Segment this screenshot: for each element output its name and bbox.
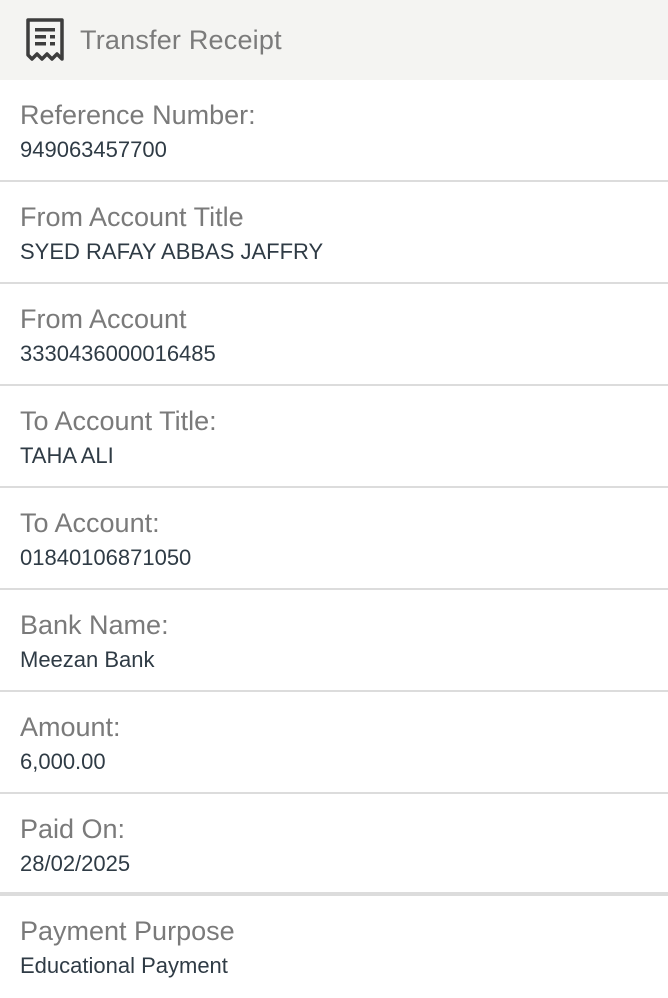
- field-value: 28/02/2025: [20, 851, 131, 876]
- from-account-row: From Account 3330436000016485: [0, 284, 668, 386]
- field-label: To Account:: [20, 508, 160, 538]
- field-value: Meezan Bank: [20, 647, 155, 672]
- field-value: 01840106871050: [20, 545, 192, 570]
- to-account-title-row: To Account Title: TAHA ALI: [0, 386, 668, 488]
- field-value: 949063457700: [20, 137, 167, 162]
- payment-purpose-row: Payment Purpose Educational Payment: [0, 896, 668, 998]
- field-label: Payment Purpose: [20, 916, 235, 946]
- bank-name-row: Bank Name: Meezan Bank: [0, 590, 668, 692]
- field-value: 6,000.00: [20, 749, 106, 774]
- receipt-details: Reference Number: 949063457700 From Acco…: [0, 80, 668, 998]
- field-value: SYED RAFAY ABBAS JAFFRY: [20, 239, 324, 264]
- field-value: TAHA ALI: [20, 443, 114, 468]
- receipt-icon: [24, 17, 66, 63]
- field-label: From Account Title: [20, 202, 244, 232]
- field-label: Amount:: [20, 712, 121, 742]
- page-title: Transfer Receipt: [80, 24, 282, 55]
- field-value: 3330436000016485: [20, 341, 216, 366]
- field-label: To Account Title:: [20, 406, 217, 436]
- field-label: Bank Name:: [20, 610, 169, 640]
- amount-row: Amount: 6,000.00: [0, 692, 668, 794]
- field-label: Reference Number:: [20, 100, 256, 130]
- from-account-title-row: From Account Title SYED RAFAY ABBAS JAFF…: [0, 182, 668, 284]
- paid-on-row: Paid On: 28/02/2025: [0, 794, 668, 896]
- to-account-row: To Account: 01840106871050: [0, 488, 668, 590]
- field-value: Educational Payment: [20, 953, 228, 978]
- field-label: From Account: [20, 304, 187, 334]
- reference-number-row: Reference Number: 949063457700: [0, 80, 668, 182]
- field-label: Paid On:: [20, 814, 126, 844]
- receipt-header: Transfer Receipt: [0, 0, 668, 80]
